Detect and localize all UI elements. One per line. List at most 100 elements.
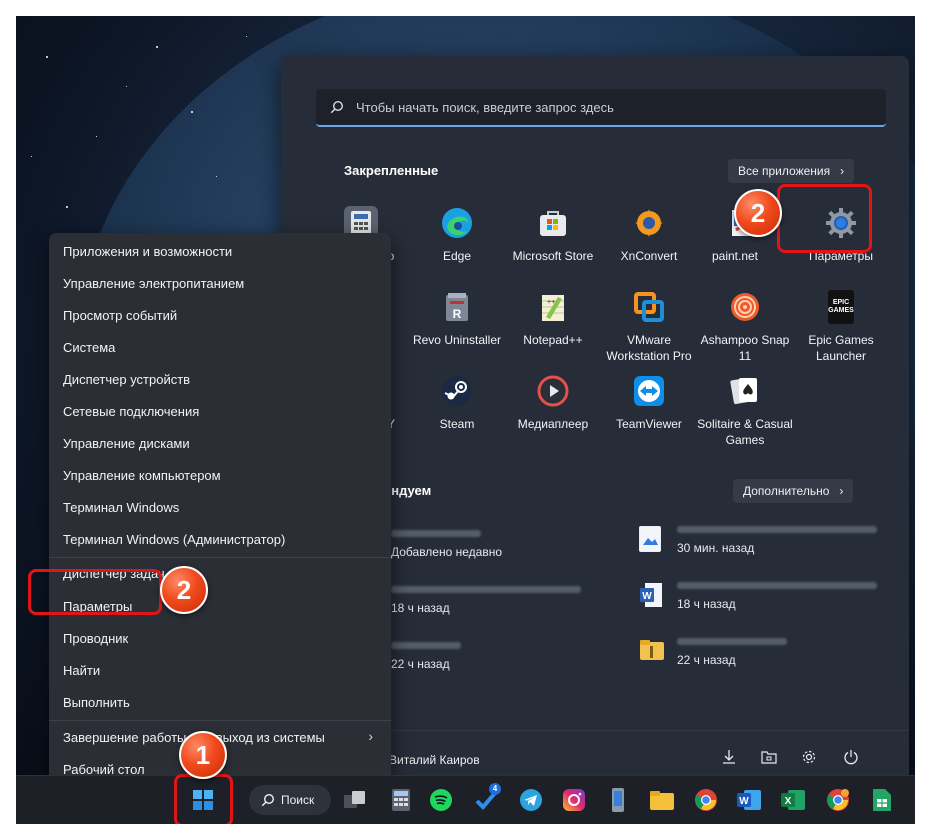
menu-item-event-viewer[interactable]: Просмотр событий	[63, 308, 177, 323]
pinned-app-edge[interactable]: Edge	[407, 206, 507, 264]
pinned-app-media-player[interactable]: Медиаплеер	[503, 374, 603, 432]
search-icon	[330, 100, 344, 114]
epic-logo-text: EPIC GAMES	[828, 299, 854, 314]
epic-games-icon: EPIC GAMES	[828, 290, 854, 324]
pinned-title: Закрепленные	[344, 163, 439, 178]
phone-link-icon[interactable]	[604, 786, 632, 814]
spotify-icon[interactable]	[427, 786, 455, 814]
notepad-plus-icon: ++	[536, 290, 570, 324]
instagram-icon[interactable]	[560, 786, 588, 814]
pinned-app-teamviewer[interactable]: TeamViewer	[599, 374, 699, 432]
chrome-profile-icon[interactable]	[824, 786, 852, 814]
teamviewer-icon	[632, 374, 666, 408]
power-icon[interactable]	[841, 749, 861, 769]
app-label: XnConvert	[620, 249, 678, 263]
menu-item-run[interactable]: Выполнить	[63, 695, 130, 710]
highlight-settings-menu-item	[28, 569, 162, 615]
notification-count-badge: 4	[489, 783, 501, 795]
recommended-time: 30 мин. назад	[677, 541, 755, 555]
menu-item-windows-terminal-admin[interactable]: Терминал Windows (Администратор)	[63, 532, 285, 547]
calculator-taskbar-icon[interactable]	[387, 786, 415, 814]
app-label: Notepad++	[523, 333, 583, 347]
image-file-icon	[639, 526, 661, 552]
vmware-icon	[632, 290, 666, 324]
word-icon[interactable]: W	[735, 786, 763, 814]
app-label: Медиаплеер	[517, 417, 589, 431]
pinned-app-microsoft-store[interactable]: Microsoft Store	[503, 206, 603, 264]
app-label: Epic Games Launcher	[808, 333, 874, 363]
app-label: VMware Workstation Pro	[606, 333, 692, 363]
highlight-start-button	[174, 774, 233, 824]
settings-icon[interactable]	[799, 749, 819, 769]
search-icon	[261, 793, 275, 807]
menu-item-system[interactable]: Система	[63, 340, 115, 355]
blurred-filename	[677, 582, 877, 589]
pinned-app-vmware[interactable]: VMware Workstation Pro	[599, 290, 699, 364]
winx-context-menu: Приложения и возможности Управление элек…	[49, 233, 391, 787]
azure-devops-icon[interactable]: 4	[472, 783, 501, 814]
menu-item-network-connections[interactable]: Сетевые подключения	[63, 404, 199, 419]
app-label: Solitaire & Casual Games	[697, 417, 793, 447]
file-explorer-icon[interactable]	[759, 749, 779, 769]
pinned-app-ashampoo-snap[interactable]: Ashampoo Snap 11	[695, 290, 795, 364]
task-view-icon[interactable]	[341, 786, 369, 814]
search-placeholder: Чтобы начать поиск, введите запрос здесь	[356, 99, 614, 115]
app-label: Steam	[439, 417, 475, 431]
pinned-app-notepad-plus-plus[interactable]: ++ Notepad++	[503, 290, 603, 348]
recommended-item[interactable]: 30 мин. назад	[639, 526, 879, 555]
more-button[interactable]: Дополнительно ›	[733, 479, 854, 503]
menu-item-windows-terminal[interactable]: Терминал Windows	[63, 500, 179, 515]
svg-text:W: W	[642, 591, 652, 602]
svg-text:W: W	[739, 796, 749, 807]
menu-item-disk-management[interactable]: Управление дисками	[63, 436, 190, 451]
app-label: TeamViewer	[616, 417, 682, 431]
excel-icon[interactable]: X	[779, 786, 807, 814]
file-explorer-taskbar-icon[interactable]	[648, 786, 676, 814]
user-name[interactable]: Виталий Каиров	[389, 753, 480, 767]
telegram-icon[interactable]	[517, 786, 545, 814]
all-apps-label: Все приложения	[738, 164, 831, 178]
menu-separator	[49, 557, 391, 558]
taskbar-search-button[interactable]: Поиск	[249, 785, 331, 815]
more-label: Дополнительно	[743, 484, 830, 498]
chevron-right-icon: ›	[840, 164, 845, 178]
recommended-item[interactable]: Добавлено недавно	[391, 530, 591, 559]
revo-uninstaller-icon: R	[440, 290, 474, 324]
highlight-settings-tile	[777, 184, 872, 253]
chevron-right-icon: ›	[839, 484, 844, 498]
blurred-filename	[391, 642, 461, 649]
recommended-item[interactable]: 18 ч назад	[391, 586, 591, 615]
recommended-item[interactable]: 22 ч назад	[639, 638, 879, 667]
blurred-filename	[677, 638, 787, 645]
menu-item-search[interactable]: Найти	[63, 663, 100, 678]
pinned-app-steam[interactable]: Steam	[407, 374, 507, 432]
google-sheets-icon[interactable]	[868, 786, 896, 814]
menu-item-apps-features[interactable]: Приложения и возможности	[63, 244, 232, 259]
recommended-time: 18 ч назад	[677, 597, 736, 611]
pinned-app-revo-uninstaller[interactable]: R Revo Uninstaller	[407, 290, 507, 348]
chevron-right-icon: ›	[368, 728, 373, 744]
start-search-box[interactable]: Чтобы начать поиск, введите запрос здесь	[316, 89, 886, 127]
store-icon	[536, 206, 570, 240]
menu-item-device-manager[interactable]: Диспетчер устройств	[63, 372, 190, 387]
edge-icon	[440, 206, 474, 240]
pinned-app-xnconvert[interactable]: XnConvert	[599, 206, 699, 264]
menu-item-power-options[interactable]: Управление электропитанием	[63, 276, 244, 291]
menu-item-file-explorer[interactable]: Проводник	[63, 631, 128, 646]
media-player-icon	[536, 374, 570, 408]
pinned-app-epic-games[interactable]: EPIC GAMES Epic Games Launcher	[791, 290, 891, 364]
all-apps-button[interactable]: Все приложения ›	[728, 159, 855, 183]
app-label: Microsoft Store	[512, 249, 594, 263]
menu-separator	[49, 720, 391, 721]
pinned-app-solitaire[interactable]: Solitaire & Casual Games	[695, 374, 795, 448]
recommended-item[interactable]: 22 ч назад	[391, 642, 591, 671]
recommended-item[interactable]: W 18 ч назад	[639, 582, 879, 611]
menu-item-computer-management[interactable]: Управление компьютером	[63, 468, 221, 483]
recommended-time: Добавлено недавно	[391, 545, 503, 559]
ashampoo-snap-icon	[728, 290, 762, 324]
chrome-icon[interactable]	[692, 786, 720, 814]
step-badge-1: 1	[179, 731, 227, 779]
recommended-time: 22 ч назад	[677, 653, 736, 667]
blurred-filename	[391, 530, 481, 537]
downloads-icon[interactable]	[719, 749, 739, 769]
